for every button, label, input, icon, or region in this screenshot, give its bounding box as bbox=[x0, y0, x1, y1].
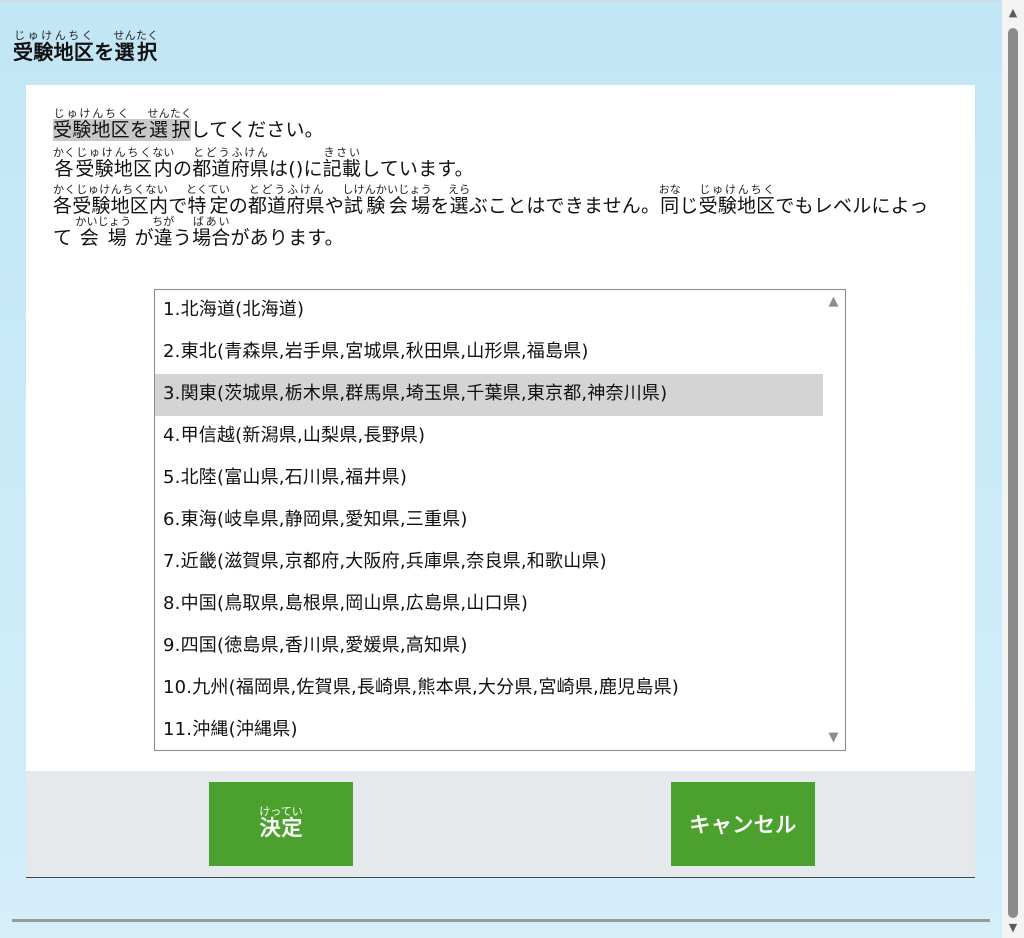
list-item[interactable]: 1.北海道(北海道) bbox=[155, 290, 823, 332]
triangle-up-icon[interactable]: ▲ bbox=[826, 295, 841, 308]
list-item[interactable]: 4.甲信越(新潟県,山梨県,長野県) bbox=[155, 416, 823, 458]
instructions: 受験地区じゅけんちくを選択せんたくしてください。 各かく受験地区じゅけんちく内な… bbox=[53, 107, 943, 253]
list-item[interactable]: 10.九州(福岡県,佐賀県,長崎県,熊本県,大分県,宮崎県,鹿児島県) bbox=[155, 668, 823, 710]
list-item[interactable]: 7.近畿(滋賀県,京都府,大阪府,兵庫県,奈良県,和歌山県) bbox=[155, 542, 823, 584]
region-list: 1.北海道(北海道) 2.東北(青森県,岩手県,宮城県,秋田県,山形県,福島県) 3… bbox=[155, 290, 823, 750]
button-bar: 決定けってい キャンセル bbox=[26, 771, 975, 878]
triangle-down-icon[interactable]: ▼ bbox=[826, 731, 841, 744]
list-item[interactable]: 9.四国(徳島県,香川県,愛媛県,高知県) bbox=[155, 626, 823, 668]
cancel-button[interactable]: キャンセル bbox=[671, 782, 815, 866]
instruction-line-3: 各受験地区内かくじゅけんちくないで特定とくていの都道府県とどうふけんや試験会場し… bbox=[53, 183, 929, 250]
scrollbar-thumb[interactable] bbox=[1008, 28, 1018, 918]
triangle-down-icon[interactable]: ▼ bbox=[1002, 921, 1024, 934]
list-item[interactable]: 3.関東(茨城県,栃木県,群馬県,埼玉県,千葉県,東京都,神奈川県) bbox=[155, 374, 823, 416]
region-listbox[interactable]: 1.北海道(北海道) 2.東北(青森県,岩手県,宮城県,秋田県,山形県,福島県) 3… bbox=[154, 289, 846, 751]
list-item[interactable]: 6.東海(岐阜県,静岡県,愛知県,三重県) bbox=[155, 500, 823, 542]
dialog-window: 受験地区じゅけんちくを選択せんたく 受験地区じゅけんちくを選択せんたくしてくださ… bbox=[0, 0, 1002, 938]
content-panel: 受験地区じゅけんちくを選択せんたくしてください。 各かく受験地区じゅけんちく内な… bbox=[26, 85, 975, 771]
list-item[interactable]: 5.北陸(富山県,石川県,福井県) bbox=[155, 458, 823, 500]
instruction-line-2: 各かく受験地区じゅけんちく内ないの都道府県とどうふけんは()に記載きさいしていま… bbox=[53, 145, 474, 180]
confirm-button[interactable]: 決定けってい bbox=[209, 782, 353, 866]
page-scrollbar[interactable]: ▲ ▼ bbox=[1002, 0, 1024, 938]
list-item[interactable]: 8.中国(鳥取県,島根県,岡山県,広島県,山口県) bbox=[155, 584, 823, 626]
triangle-up-icon[interactable]: ▲ bbox=[1002, 6, 1024, 19]
list-item[interactable]: 2.東北(青森県,岩手県,宮城県,秋田県,山形県,福島県) bbox=[155, 332, 823, 374]
list-item[interactable]: 11.沖縄(沖縄県) bbox=[155, 710, 823, 750]
page-title: 受験地区じゅけんちくを選択せんたく bbox=[13, 29, 159, 64]
divider bbox=[12, 919, 990, 922]
instruction-line-1: 受験地区じゅけんちくを選択せんたくしてください。 bbox=[53, 107, 324, 141]
